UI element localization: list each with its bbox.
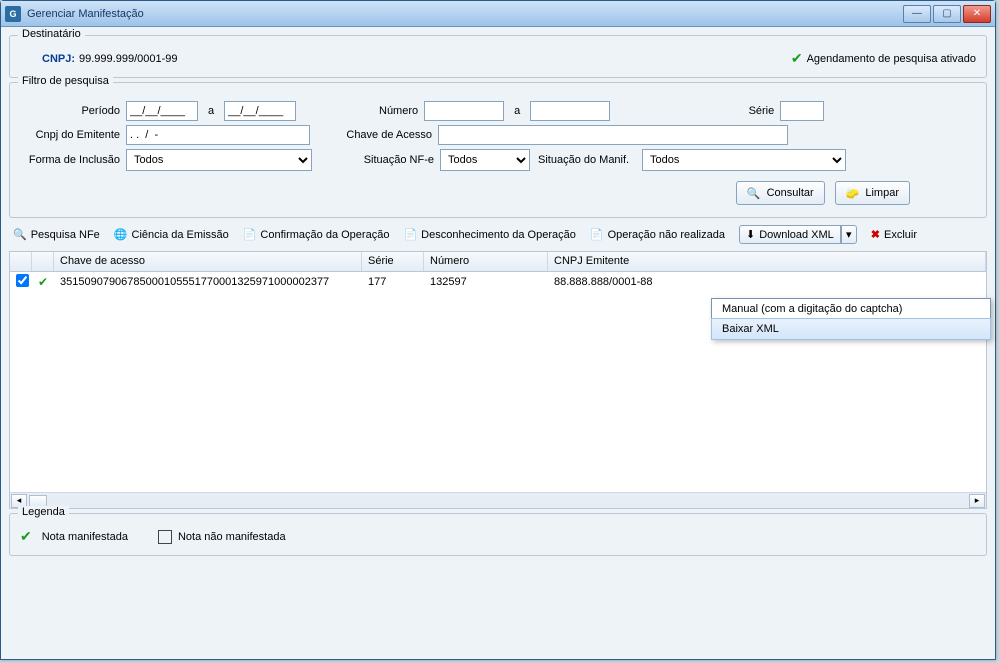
numero-de-input[interactable]: [424, 101, 504, 121]
numero-a-label: a: [504, 105, 530, 117]
menu-manual[interactable]: Manual (com a digitação do captcha): [712, 299, 990, 319]
col-serie[interactable]: Série: [362, 252, 424, 271]
col-cnpj-emitente[interactable]: CNPJ Emitente: [548, 252, 986, 271]
serie-label: Série: [610, 105, 780, 117]
search-icon: 🔍: [747, 187, 761, 200]
cnpj-emitente-label: Cnpj do Emitente: [20, 129, 126, 141]
horizontal-scrollbar[interactable]: ◂ ▸: [10, 492, 986, 508]
filtro-title: Filtro de pesquisa: [18, 75, 113, 87]
situacao-manif-select[interactable]: Todos: [642, 149, 846, 171]
nao-realizada-button[interactable]: 📄 Operação não realizada: [590, 228, 725, 241]
delete-icon: ✖: [871, 228, 880, 241]
forma-label: Forma de Inclusão: [20, 154, 126, 166]
minimize-button[interactable]: —: [903, 5, 931, 23]
document-warning-icon: 📄: [403, 228, 417, 241]
periodo-ate-input[interactable]: [224, 101, 296, 121]
cell-chave: 3515090790678500010555177000132597100000…: [54, 274, 362, 290]
legenda-group: Legenda ✔ Nota manifestada Nota não mani…: [9, 513, 987, 556]
cell-cnpj-emitente: 88.888.888/0001-88: [548, 274, 986, 290]
chevron-down-icon: ▾: [846, 228, 852, 241]
download-icon: ⬇: [746, 228, 755, 241]
periodo-de-input[interactable]: [126, 101, 198, 121]
row-checkbox[interactable]: [16, 274, 29, 287]
chave-label: Chave de Acesso: [310, 129, 438, 141]
situacao-manif-label: Situação do Manif.: [530, 154, 642, 166]
cell-numero: 132597: [424, 274, 548, 290]
square-icon: [158, 530, 172, 544]
col-numero[interactable]: Número: [424, 252, 548, 271]
app-icon: G: [5, 6, 21, 22]
table-row[interactable]: ✔ 35150907906785000105551770001325971000…: [10, 272, 986, 292]
globe-icon: 🌐: [114, 228, 128, 241]
periodo-a-label: a: [198, 105, 224, 117]
app-window: G Gerenciar Manifestação — ▢ ✕ Destinatá…: [0, 0, 996, 660]
consultar-button[interactable]: 🔍 Consultar: [736, 181, 825, 205]
check-icon: ✔: [791, 50, 803, 67]
destinatario-title: Destinatário: [18, 28, 85, 40]
document-block-icon: 📄: [590, 228, 604, 241]
eraser-icon: 🧽: [846, 187, 860, 200]
ciencia-button[interactable]: 🌐 Ciência da Emissão: [114, 228, 229, 241]
download-xml-split: ⬇ Download XML ▾: [739, 225, 857, 244]
legend-nao-manifestada: Nota não manifestada: [158, 528, 286, 545]
col-chave[interactable]: Chave de acesso: [54, 252, 362, 271]
cnpj-value: 99.999.999/0001-99: [79, 53, 177, 65]
desconhecimento-button[interactable]: 📄 Desconhecimento da Operação: [403, 228, 575, 241]
close-button[interactable]: ✕: [963, 5, 991, 23]
serie-input[interactable]: [780, 101, 824, 121]
grid-header: Chave de acesso Série Número CNPJ Emiten…: [10, 252, 986, 272]
scroll-right-arrow[interactable]: ▸: [969, 494, 985, 508]
cnpj-emitente-input[interactable]: [126, 125, 310, 145]
menu-baixar-xml[interactable]: Baixar XML: [711, 318, 991, 340]
situacao-nfe-select[interactable]: Todos: [440, 149, 530, 171]
schedule-label: Agendamento de pesquisa ativado: [807, 53, 976, 65]
pesquisa-nfe-button[interactable]: 🔍 Pesquisa NFe: [13, 228, 100, 241]
destinatario-group: Destinatário CNPJ: 99.999.999/0001-99 ✔ …: [9, 35, 987, 78]
filtro-group: Filtro de pesquisa Período a Número a Sé…: [9, 82, 987, 218]
col-check[interactable]: [10, 252, 32, 271]
chave-input[interactable]: [438, 125, 788, 145]
limpar-button[interactable]: 🧽 Limpar: [835, 181, 910, 205]
limpar-label: Limpar: [865, 187, 899, 199]
status-check-icon: ✔: [38, 275, 48, 289]
situacao-nfe-label: Situação NF-e: [312, 154, 440, 166]
check-icon: ✔: [20, 528, 32, 545]
forma-select[interactable]: Todos: [126, 149, 312, 171]
legenda-title: Legenda: [18, 506, 69, 518]
periodo-label: Período: [20, 105, 126, 117]
consultar-label: Consultar: [767, 187, 814, 199]
document-check-icon: 📄: [243, 228, 257, 241]
excluir-button[interactable]: ✖ Excluir: [871, 228, 917, 241]
results-grid: Chave de acesso Série Número CNPJ Emiten…: [9, 251, 987, 509]
download-xml-menu: Manual (com a digitação do captcha) Baix…: [711, 298, 991, 340]
actions-toolbar: 🔍 Pesquisa NFe 🌐 Ciência da Emissão 📄 Co…: [9, 222, 987, 247]
window-title: Gerenciar Manifestação: [27, 8, 903, 20]
confirmacao-button[interactable]: 📄 Confirmação da Operação: [243, 228, 390, 241]
download-xml-button[interactable]: ⬇ Download XML: [739, 225, 841, 244]
titlebar: G Gerenciar Manifestação — ▢ ✕: [1, 1, 995, 27]
maximize-button[interactable]: ▢: [933, 5, 961, 23]
numero-label: Número: [296, 105, 424, 117]
scroll-thumb[interactable]: [29, 495, 47, 507]
numero-ate-input[interactable]: [530, 101, 610, 121]
legend-manifestada: ✔ Nota manifestada: [20, 528, 128, 545]
col-status[interactable]: [32, 252, 54, 271]
download-xml-dropdown-toggle[interactable]: ▾: [841, 225, 857, 244]
cell-serie: 177: [362, 274, 424, 290]
search-icon: 🔍: [13, 228, 27, 241]
cnpj-label: CNPJ:: [42, 53, 75, 65]
